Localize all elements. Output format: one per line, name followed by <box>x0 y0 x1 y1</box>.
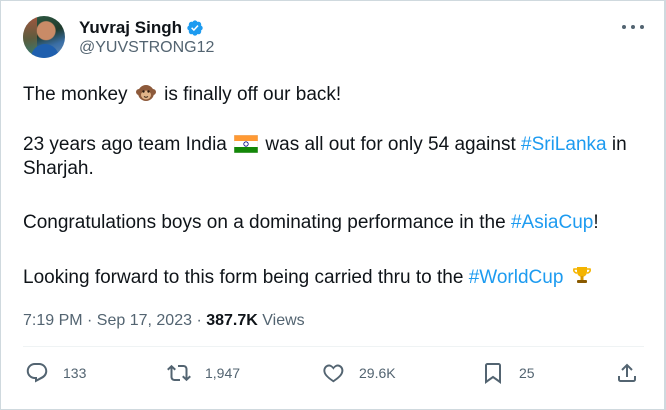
retweet-count: 1,947 <box>205 365 241 381</box>
india-flag-emoji <box>234 135 259 153</box>
avatar[interactable] <box>23 16 65 58</box>
divider <box>23 346 644 347</box>
timestamp[interactable]: 7:19 PM · Sep 17, 2023 · <box>23 312 202 329</box>
more-dot <box>622 25 626 29</box>
tweet-text-segment: is finally off our back! <box>164 84 342 105</box>
more-dot <box>631 25 635 29</box>
hashtag-srilanka[interactable]: #SriLanka <box>521 134 607 155</box>
tweet-line-3: Congratulations boys on a dominating per… <box>23 211 599 235</box>
trophy-emoji <box>572 267 591 283</box>
share-icon <box>618 363 636 382</box>
tweet-text-segment: 23 years ago team India <box>23 134 227 155</box>
tweet-line-4: Looking forward to this form being carri… <box>23 264 595 290</box>
bookmark-button[interactable]: 25 <box>481 361 535 385</box>
tweet-text-segment: ! <box>593 212 599 233</box>
reply-count: 133 <box>63 365 87 381</box>
verified-badge-icon <box>187 20 203 36</box>
reply-button[interactable]: 133 <box>25 361 86 385</box>
tweet-text-segment: Congratulations boys on a dominating per… <box>23 212 506 233</box>
tweet-card[interactable]: Yuvraj Singh @YUVSTRONG12 The monkey is … <box>0 0 666 410</box>
tweet-text-segment: was all out for only 54 against <box>265 134 516 155</box>
like-button[interactable]: 29.6K <box>321 361 396 385</box>
retweet-button[interactable]: 1,947 <box>167 361 240 385</box>
tweet-meta: 7:19 PM · Sep 17, 2023 · 387.7K Views <box>23 312 305 330</box>
views-count: 387.7K <box>206 312 258 329</box>
action-bar: 133 1,947 29.6K 25 <box>1 361 666 391</box>
tweet-text-segment: Sharjah. <box>23 158 94 179</box>
more-dot <box>640 25 644 29</box>
tweet-text-segment: Looking forward to this form being carri… <box>23 267 464 288</box>
author-name-row[interactable]: Yuvraj Singh <box>79 18 204 38</box>
retweet-icon <box>167 364 191 382</box>
hashtag-worldcup[interactable]: #WorldCup <box>469 267 564 288</box>
tweet-line-2: 23 years ago team India was all out for … <box>23 133 627 181</box>
more-icon[interactable] <box>622 17 644 37</box>
like-icon <box>323 364 344 383</box>
share-button[interactable] <box>615 361 639 385</box>
monkey-emoji <box>135 85 156 101</box>
author-handle[interactable]: @YUVSTRONG12 <box>79 39 214 57</box>
bookmark-count: 25 <box>519 365 535 381</box>
views-label: Views <box>262 312 305 329</box>
reply-icon <box>26 363 48 383</box>
bookmark-icon <box>485 363 501 384</box>
tweet-text-segment: The monkey <box>23 84 128 105</box>
tweet-line-1: The monkey is finally off our back! <box>23 81 341 107</box>
tweet-text-segment: in <box>611 134 627 155</box>
author-name[interactable]: Yuvraj Singh <box>79 18 182 38</box>
like-count: 29.6K <box>359 365 396 381</box>
hashtag-asiacup[interactable]: #AsiaCup <box>511 212 593 233</box>
